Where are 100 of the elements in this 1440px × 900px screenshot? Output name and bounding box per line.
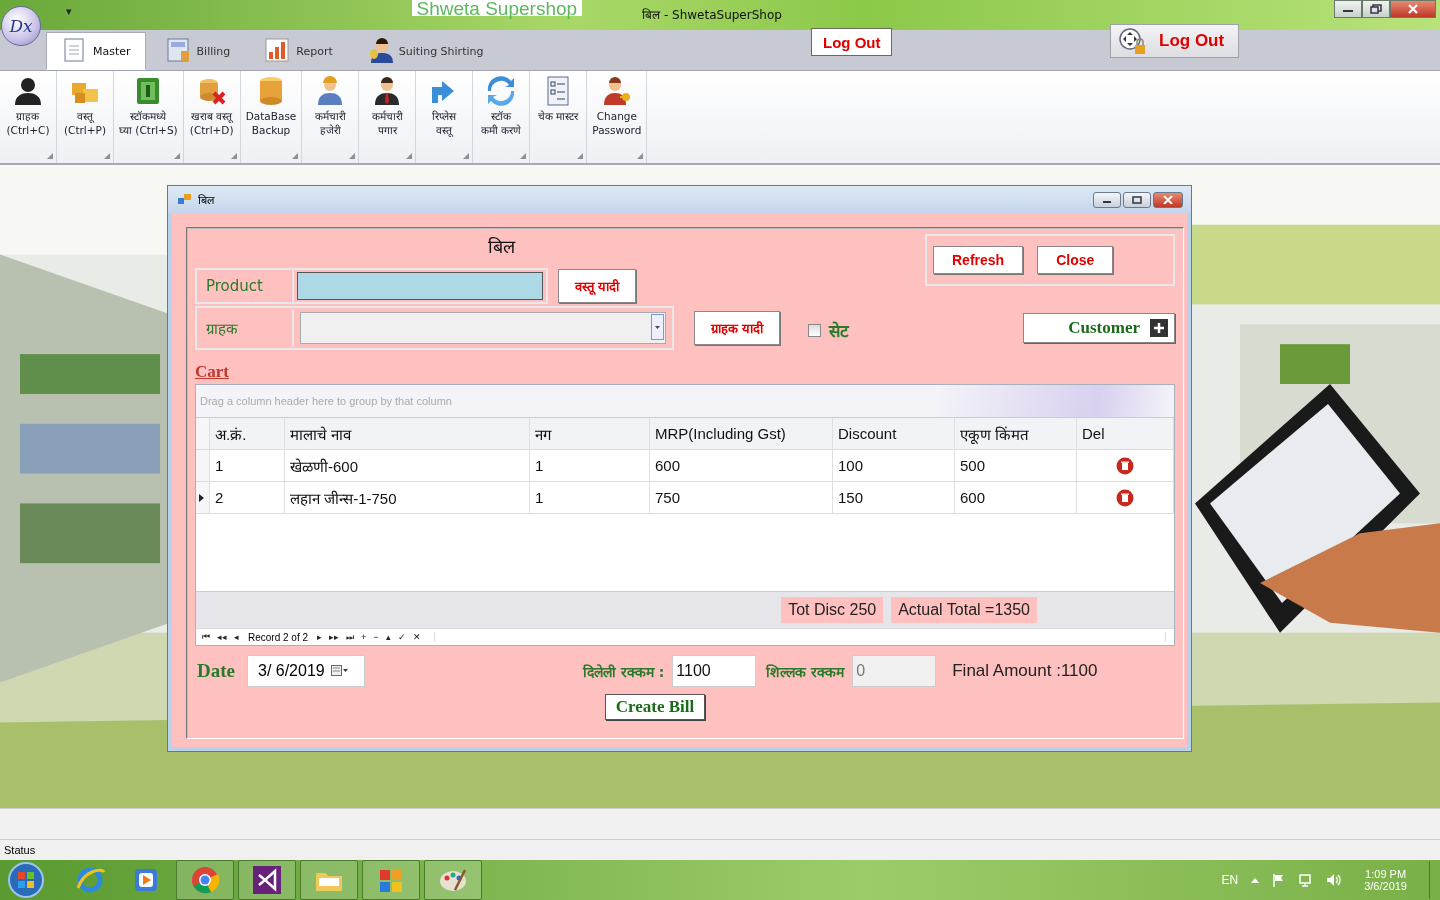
delete-icon[interactable]: [1116, 456, 1134, 475]
delete-icon[interactable]: [1116, 488, 1134, 507]
navigator-button[interactable]: ⏭: [344, 631, 357, 643]
horizontal-scrollbar[interactable]: [433, 632, 1166, 642]
cart-link[interactable]: Cart: [195, 362, 229, 382]
customer-list-button[interactable]: ग्राहक यादी: [694, 311, 780, 345]
ribbon-tab[interactable]: Suiting Shirting: [351, 32, 499, 70]
navigator-button[interactable]: ✕: [410, 631, 423, 643]
dialog-launcher-icon[interactable]: [292, 153, 299, 159]
close-form-button[interactable]: Close: [1037, 246, 1114, 274]
dialog-launcher-icon[interactable]: [520, 153, 527, 159]
column-header[interactable]: मालाचे नाव: [290, 423, 352, 444]
ribbon-command-button[interactable]: ग्राहक (Ctrl+C): [0, 71, 56, 163]
form-icon: [178, 193, 192, 206]
navigator-button[interactable]: +: [359, 631, 369, 643]
ribbon-tab[interactable]: Billing: [149, 32, 246, 70]
window-title: बिल: [198, 193, 214, 207]
balance-amount-label: शिल्लक रक्कम: [766, 662, 845, 681]
navigator-button[interactable]: ▸▸: [327, 631, 342, 643]
show-hidden-icons-icon[interactable]: [1250, 876, 1261, 884]
ribbon-command-button[interactable]: स्टॉकमध्ये घ्या (Ctrl+S): [114, 71, 183, 163]
navigator-button[interactable]: ◂: [232, 631, 241, 643]
product-label: Product: [206, 277, 263, 295]
table-cell: 1: [215, 457, 224, 474]
ribbon-tab[interactable]: Report: [249, 32, 348, 70]
dialog-launcher-icon[interactable]: [349, 153, 356, 159]
date-picker[interactable]: 3/ 6/2019: [247, 655, 365, 687]
customer-button[interactable]: Customer: [1023, 313, 1175, 343]
navigator-button[interactable]: ⏮: [200, 631, 212, 643]
dialog-launcher-icon[interactable]: [173, 153, 180, 159]
log-out-button[interactable]: Log Out: [1110, 24, 1240, 58]
speaker-icon[interactable]: [1326, 873, 1343, 887]
ribbon-command-button[interactable]: खराब वस्तू (Ctrl+D): [183, 71, 240, 163]
dialog-launcher-icon[interactable]: [463, 153, 470, 159]
navigator-button[interactable]: ▴: [383, 631, 393, 643]
dialog-launcher-icon[interactable]: [47, 153, 53, 159]
log-out-button[interactable]: Log Out: [811, 28, 893, 56]
table-cell: 150: [838, 489, 864, 506]
ribbon-command-button[interactable]: Change Password: [587, 71, 647, 163]
row-selector-cell[interactable]: [196, 482, 210, 514]
ribbon-command-button[interactable]: स्टॉक कमी करणे: [473, 71, 530, 163]
dialog-launcher-icon[interactable]: [104, 153, 110, 159]
customer-combo[interactable]: [300, 312, 666, 344]
table-cell-text: लहान जीन्स-1-750: [290, 488, 397, 508]
paid-amount-field[interactable]: 1100: [672, 655, 757, 687]
maximize-icon: [1132, 195, 1142, 204]
dialog-launcher-icon[interactable]: [637, 153, 644, 159]
set-label: सेट: [828, 319, 849, 342]
navigator-button[interactable]: ✓: [395, 631, 408, 643]
product-list-button[interactable]: वस्तू यादी: [558, 269, 636, 303]
table-cell: 500: [960, 457, 986, 474]
column-header[interactable]: Del: [1082, 425, 1105, 442]
row-selector-cell[interactable]: [196, 450, 210, 482]
ribbon-command-button[interactable]: वस्तू (Ctrl+P): [57, 71, 113, 163]
visual-studio-icon: [251, 864, 283, 896]
navigator-button[interactable]: ◂◂: [215, 631, 229, 643]
table-cell: 100: [838, 457, 864, 474]
navigator-button[interactable]: ▸: [315, 631, 325, 643]
table-cell: 600: [655, 457, 681, 474]
taskbar-button[interactable]: [238, 860, 296, 900]
dialog-launcher-icon[interactable]: [406, 153, 413, 159]
ribbon-command-button[interactable]: कर्मचारी पगार: [359, 71, 416, 163]
paid-amount-label: दिलेली रक्कम :: [583, 662, 665, 681]
table-cell-text: खेळणी-600: [290, 456, 359, 476]
window-title: बिल - ShwetaSuperShop: [642, 7, 782, 23]
group-panel-hint: Drag a column header here to group by that column: [200, 395, 452, 407]
dialog-launcher-icon[interactable]: [230, 153, 237, 159]
table-cell: 1: [535, 489, 544, 506]
dialog-launcher-icon[interactable]: [577, 153, 584, 159]
customer-label: ग्राहक: [206, 319, 238, 338]
create-bill-button[interactable]: Create Bill: [604, 694, 706, 720]
ribbon-command-button[interactable]: रिप्लेस वस्तू: [416, 71, 473, 163]
close-button[interactable]: [1390, 0, 1436, 18]
calendar-dropdown-icon: [330, 665, 349, 677]
close-button[interactable]: [1153, 191, 1183, 208]
product-field[interactable]: [297, 272, 543, 300]
chrome-icon: [189, 864, 221, 896]
record-counter: Record 2 of 2: [248, 631, 309, 643]
minimize-button[interactable]: [1334, 0, 1362, 18]
navigator-button[interactable]: −: [371, 631, 381, 643]
app-menu-orb[interactable]: Dx: [1, 6, 41, 46]
set-checkbox[interactable]: [807, 323, 821, 337]
quick-access-dropdown[interactable]: ▾: [66, 5, 72, 18]
status-text: Status: [4, 844, 36, 856]
ribbon-tab[interactable]: Master: [46, 32, 146, 70]
ribbon-command-button[interactable]: DataBase Backup: [240, 71, 302, 163]
column-header[interactable]: नग: [535, 423, 551, 444]
table-cell: 2: [215, 489, 224, 506]
start-button[interactable]: [6, 860, 46, 900]
minimize-button[interactable]: [1093, 191, 1121, 208]
date-label: Date: [197, 660, 235, 682]
maximize-button[interactable]: [1123, 191, 1151, 208]
ribbon-command-button[interactable]: कर्मचारी हजेरी: [302, 71, 359, 163]
ribbon-command-button[interactable]: चेक मास्टर: [530, 71, 587, 163]
taskbar-button[interactable]: [300, 860, 358, 900]
plus-icon: [1150, 319, 1168, 337]
refresh-button[interactable]: Refresh: [933, 246, 1024, 274]
restore-button[interactable]: [1362, 0, 1390, 18]
person-icon: [12, 75, 44, 107]
actual-total: Actual Total =1350: [891, 597, 1037, 623]
